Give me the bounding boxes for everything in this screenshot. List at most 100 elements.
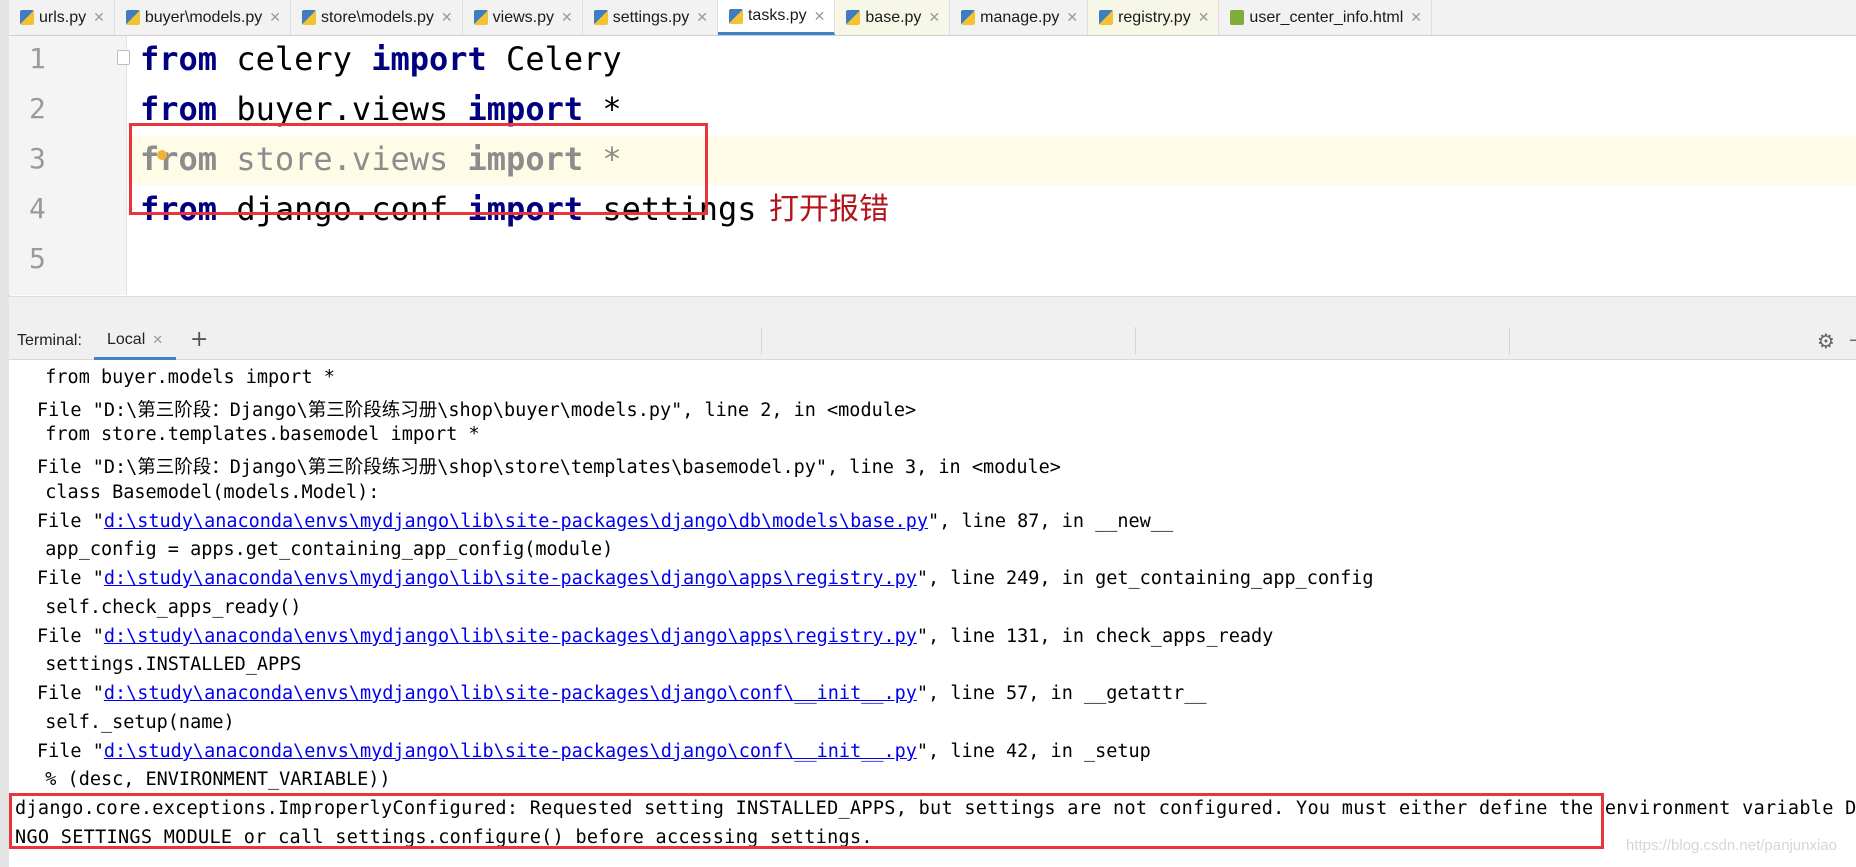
terminal-line: File "d:\study\anaconda\envs\mydjango\li… xyxy=(37,741,1151,762)
python-file-icon xyxy=(473,10,488,25)
terminal-line: self.check_apps_ready() xyxy=(23,597,302,618)
annotation-text: 打开报错 xyxy=(769,192,889,227)
tab-base[interactable]: base.py ✕ xyxy=(835,0,951,35)
divider xyxy=(1509,327,1510,355)
tab-urls[interactable]: urls.py ✕ xyxy=(9,0,115,35)
text: ", line 42, in _setup xyxy=(916,741,1151,762)
tab-buyer-models[interactable]: buyer\models.py ✕ xyxy=(115,0,291,35)
close-icon[interactable]: ✕ xyxy=(441,9,453,26)
tab-label: Local xyxy=(107,331,146,348)
python-file-icon xyxy=(20,10,34,25)
terminal-line: app_config = apps.get_containing_app_con… xyxy=(23,539,614,560)
gear-icon[interactable]: ⚙ xyxy=(1817,329,1835,353)
highlight-box-imports xyxy=(129,123,708,215)
text: File " xyxy=(37,511,104,532)
close-icon[interactable]: ✕ xyxy=(93,9,105,26)
text: ", line 57, in __getattr__ xyxy=(916,683,1207,704)
terminal-line: % (desc, ENVIRONMENT_VARIABLE)) xyxy=(23,769,391,790)
html-file-icon xyxy=(1230,10,1245,25)
close-icon[interactable]: ✕ xyxy=(561,9,573,26)
terminal-line: File "D:\第三阶段：Django\第三阶段练习册\shop\buyer\… xyxy=(37,400,917,421)
terminal-line: File "d:\study\anaconda\envs\mydjango\li… xyxy=(37,683,1207,704)
tab-label: store\models.py xyxy=(320,8,434,26)
terminal-output[interactable]: from buyer.models import * File "D:\第三阶段… xyxy=(9,360,1856,867)
terminal-line: from store.templates.basemodel import * xyxy=(23,424,480,445)
terminal-line: File "d:\study\anaconda\envs\mydjango\li… xyxy=(37,568,1374,589)
tab-settings[interactable]: settings.py ✕ xyxy=(583,0,718,35)
close-icon[interactable]: ✕ xyxy=(269,9,281,26)
tab-label: urls.py xyxy=(39,8,87,26)
new-session-icon[interactable]: + xyxy=(190,327,208,352)
close-icon[interactable]: ✕ xyxy=(152,332,163,348)
line-number: 4 xyxy=(29,192,46,225)
terminal-line: from buyer.models import * xyxy=(23,367,335,388)
file-link[interactable]: d:\study\anaconda\envs\mydjango\lib\site… xyxy=(104,626,917,647)
terminal-line: settings.INSTALLED_APPS xyxy=(23,654,302,675)
tab-manage[interactable]: manage.py ✕ xyxy=(950,0,1089,35)
close-icon[interactable]: ✕ xyxy=(814,8,826,25)
code-line[interactable]: from celery import Celery xyxy=(140,40,622,78)
hide-icon[interactable]: – xyxy=(1849,327,1856,351)
divider xyxy=(1135,327,1136,355)
text: File " xyxy=(37,568,104,589)
text: File " xyxy=(37,683,104,704)
panel-separator[interactable] xyxy=(9,296,1856,323)
python-file-icon xyxy=(125,10,140,25)
tab-views[interactable]: views.py ✕ xyxy=(463,0,583,35)
keyword: import xyxy=(371,40,487,78)
text: File " xyxy=(37,741,104,762)
file-link[interactable]: d:\study\anaconda\envs\mydjango\lib\site… xyxy=(104,568,917,589)
python-file-icon xyxy=(961,10,976,25)
line-number: 1 xyxy=(29,42,46,75)
terminal-line: File "d:\study\anaconda\envs\mydjango\li… xyxy=(37,626,1273,647)
tab-label: base.py xyxy=(865,8,922,26)
fold-icon[interactable] xyxy=(117,50,130,65)
tab-label: user_center_info.html xyxy=(1249,8,1404,26)
line-number: 2 xyxy=(29,92,46,125)
terminal-line: self._setup(name) xyxy=(23,712,235,733)
tab-label: buyer\models.py xyxy=(144,8,263,26)
text: File " xyxy=(37,626,104,647)
line-number: 3 xyxy=(29,142,46,175)
editor-tab-bar: urls.py ✕ buyer\models.py ✕ store\models.p… xyxy=(9,0,1856,36)
terminal-line: File "D:\第三阶段：Django\第三阶段练习册\shop\store\… xyxy=(37,457,1061,478)
terminal-line: class Basemodel(models.Model): xyxy=(23,482,380,503)
keyword: from xyxy=(140,40,218,78)
text: ", line 249, in get_containing_app_confi… xyxy=(916,568,1374,589)
python-file-icon xyxy=(301,10,316,25)
tab-tasks[interactable]: tasks.py ✕ xyxy=(717,0,836,35)
python-file-icon xyxy=(1099,10,1114,25)
close-icon[interactable]: ✕ xyxy=(928,9,940,26)
terminal-header: Terminal: Local ✕ + ⚙ – xyxy=(9,323,1856,360)
tab-label: registry.py xyxy=(1118,8,1191,26)
tab-label: manage.py xyxy=(980,8,1060,26)
tab-user-center-info[interactable]: user_center_info.html ✕ xyxy=(1219,0,1433,35)
code-text: Celery xyxy=(486,40,622,78)
code-text: celery xyxy=(217,40,372,78)
file-link[interactable]: d:\study\anaconda\envs\mydjango\lib\site… xyxy=(104,511,928,532)
tab-label: views.py xyxy=(492,8,555,26)
python-file-icon xyxy=(593,10,608,25)
close-icon[interactable]: ✕ xyxy=(1410,9,1422,26)
tab-label: tasks.py xyxy=(747,7,807,24)
divider xyxy=(761,327,762,355)
terminal-line: File "d:\study\anaconda\envs\mydjango\li… xyxy=(37,511,1173,532)
close-icon[interactable]: ✕ xyxy=(1066,9,1078,26)
file-link[interactable]: d:\study\anaconda\envs\mydjango\lib\site… xyxy=(104,683,917,704)
line-number-gutter: 1 2 3 4 5 xyxy=(9,36,130,295)
highlight-box-error xyxy=(9,793,1604,849)
python-file-icon xyxy=(728,8,743,24)
file-link[interactable]: d:\study\anaconda\envs\mydjango\lib\site… xyxy=(104,741,917,762)
close-icon[interactable]: ✕ xyxy=(1198,9,1210,26)
line-number: 5 xyxy=(29,242,46,275)
python-file-icon xyxy=(846,10,861,25)
text: ", line 131, in check_apps_ready xyxy=(916,626,1274,647)
close-icon[interactable]: ✕ xyxy=(696,9,708,26)
text: ", line 87, in __new__ xyxy=(928,511,1174,532)
tab-local[interactable]: Local ✕ xyxy=(94,323,177,360)
code-editor[interactable]: 1 2 3 4 5 from celery import Celery from… xyxy=(9,36,1856,295)
tab-registry[interactable]: registry.py ✕ xyxy=(1088,0,1220,35)
watermark: https://blog.csdn.net/panjunxiao xyxy=(1626,837,1837,854)
tab-store-models[interactable]: store\models.py ✕ xyxy=(291,0,463,35)
terminal-title: Terminal: xyxy=(17,332,82,349)
